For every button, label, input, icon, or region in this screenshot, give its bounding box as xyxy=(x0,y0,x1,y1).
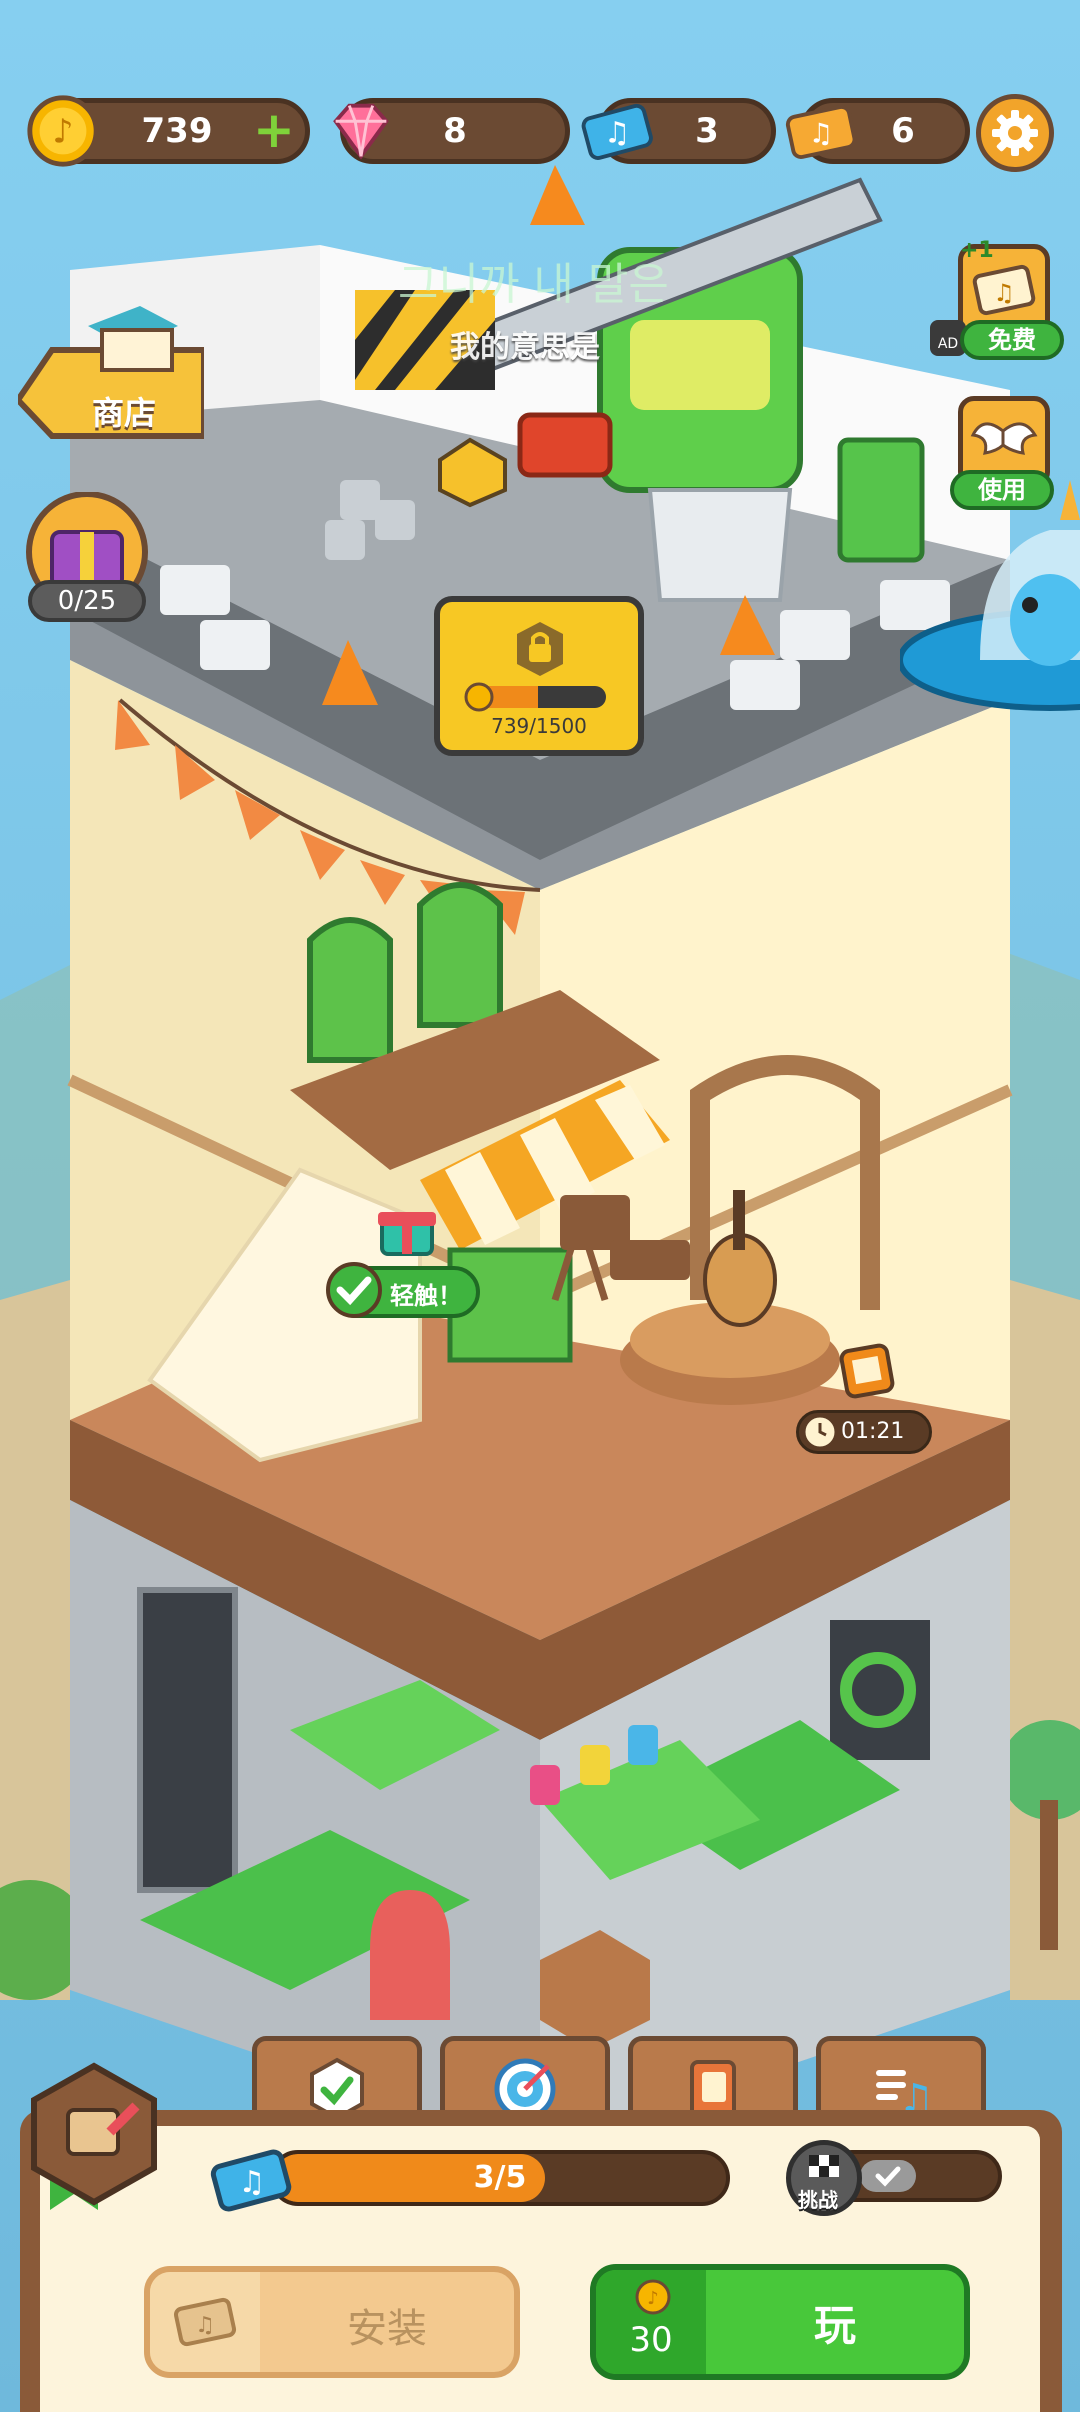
ticket-progress-text: 3/5 xyxy=(473,2160,527,2195)
svg-text:♪: ♪ xyxy=(52,112,73,151)
svg-text:♫: ♫ xyxy=(993,279,1015,307)
play-cost: 30 xyxy=(629,2320,673,2360)
gear-icon xyxy=(992,110,1038,156)
construction-lock-sign[interactable]: 739/1500 xyxy=(434,596,644,756)
music-ticket-icon: ♫ xyxy=(210,2149,292,2212)
subtitle-korean: 그니까 내 말은 xyxy=(398,259,669,310)
install-label: 安装 xyxy=(347,2306,427,2352)
gold-ticket-icon: ♫ xyxy=(785,104,857,159)
timer-value: 01:21 xyxy=(841,1419,905,1444)
gift-icon xyxy=(378,1212,436,1256)
chest-count: 0/25 xyxy=(57,586,117,616)
play-label: 玩 xyxy=(813,2301,856,2350)
ufo-character[interactable] xyxy=(900,480,1080,780)
ad-bonus-badge: +1 xyxy=(960,238,994,263)
svg-text:♫: ♫ xyxy=(195,2313,215,2338)
ad-free-label: 免费 xyxy=(960,320,1064,360)
settings-button[interactable] xyxy=(976,94,1054,172)
construction-progress-text: 739/1500 xyxy=(491,714,587,738)
svg-text:♫: ♫ xyxy=(239,2165,266,2200)
chest-button[interactable]: 0/25 xyxy=(22,492,152,632)
challenge-label: 挑战 xyxy=(798,2188,838,2212)
subtitle-chinese: 我的意思是 xyxy=(450,330,600,365)
checkmark-icon xyxy=(336,1276,372,1306)
timer-badge: 01:21 xyxy=(796,1410,932,1454)
shop-button[interactable]: 商店 xyxy=(18,296,204,446)
svg-text:♫: ♫ xyxy=(604,116,630,150)
lock-icon xyxy=(517,622,563,676)
svg-text:♫: ♫ xyxy=(809,119,833,150)
photo-frame-icon xyxy=(839,1343,895,1399)
music-ticket-icon: ♫ xyxy=(581,103,653,160)
ticket-progress-bar: 3/5 xyxy=(270,2150,730,2206)
ticket-icon: ♫ xyxy=(173,2297,237,2347)
play-button[interactable]: ♪ 30 玩 xyxy=(590,2264,970,2380)
tap-label: 轻触！ xyxy=(390,1282,462,1310)
checkmark-icon xyxy=(875,2166,901,2187)
ad-badge-label: AD xyxy=(937,336,959,352)
challenge-knob xyxy=(860,2160,916,2192)
build-menu-button[interactable] xyxy=(24,2060,164,2210)
furniture-hammer-icon xyxy=(31,2062,157,2210)
clock-icon xyxy=(802,1414,838,1450)
gem-icon xyxy=(333,103,389,160)
coin-icon: ♪ xyxy=(635,2279,671,2315)
install-button[interactable]: ♫ 安装 xyxy=(144,2266,520,2378)
add-coins-button[interactable]: + xyxy=(253,105,295,155)
coin-icon: ♪ xyxy=(27,95,99,167)
shop-label: 商店 xyxy=(92,394,157,432)
chest-counter: 0/25 xyxy=(28,580,146,622)
svg-text:♪: ♪ xyxy=(647,2288,659,2309)
ad-free-ticket-button[interactable]: ♫ +1 AD 免费 xyxy=(930,238,1070,370)
check-badge xyxy=(326,1262,382,1318)
tap-button[interactable]: 轻触！ xyxy=(326,1262,480,1318)
challenge-toggle[interactable]: 挑战 xyxy=(786,2140,1006,2216)
coin-icon xyxy=(464,682,494,712)
